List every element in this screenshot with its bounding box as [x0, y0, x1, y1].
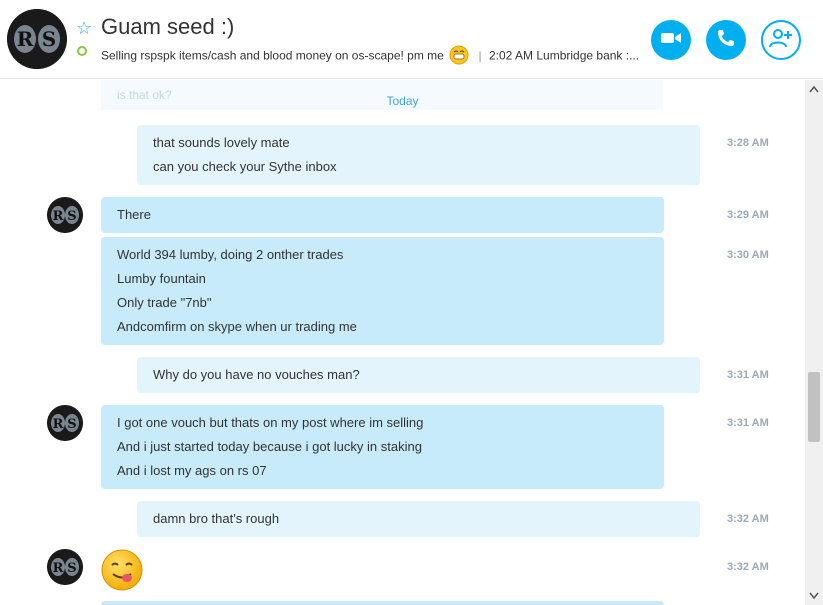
svg-text:S: S: [42, 27, 56, 51]
chat-header: R S ☆ Guam seed :) Selling rspspk items/…: [0, 0, 823, 79]
video-call-button[interactable]: [651, 20, 691, 60]
message-line: damn bro that's rough: [153, 511, 280, 526]
message-timestamp: 3:30 AM: [727, 249, 769, 261]
svg-text:S: S: [67, 417, 76, 432]
sender-avatar[interactable]: RS: [47, 405, 83, 441]
svg-text:R: R: [53, 417, 64, 432]
mood-message: Selling rspspk items/cash and blood mone…: [101, 45, 639, 68]
message-line: Why do you have no vouches man?: [153, 367, 360, 382]
audio-call-button[interactable]: [706, 20, 746, 60]
tongue-out-emoji-icon[interactable]: [101, 549, 143, 591]
message-timestamp: 3:31 AM: [727, 369, 769, 381]
contact-avatar[interactable]: R S: [7, 9, 67, 69]
message-line: Only trade "7nb": [117, 295, 212, 310]
incoming-message[interactable]: There: [101, 197, 664, 233]
message-timestamp: 3:29 AM: [727, 209, 769, 221]
scrollbar-thumb[interactable]: [808, 372, 820, 442]
scroll-up-arrow-icon[interactable]: [805, 80, 823, 98]
date-divider: Today: [386, 94, 419, 108]
favorite-star-icon[interactable]: ☆: [76, 18, 92, 39]
presence-status-icon: [77, 46, 87, 56]
message-line: And i lost my ags on rs 07: [117, 463, 267, 478]
svg-text:R: R: [53, 561, 64, 576]
mood-extra-text: 2:02 AM Lumbridge bank :...: [489, 48, 640, 63]
outgoing-message[interactable]: Why do you have no vouches man?: [137, 357, 700, 393]
message-timestamp: 3:32 AM: [727, 561, 769, 573]
svg-text:R: R: [53, 209, 64, 224]
conversation-area[interactable]: is that ok? Today that sounds lovely mat…: [0, 80, 805, 605]
svg-text:S: S: [67, 561, 76, 576]
video-camera-icon: [660, 30, 682, 51]
message-line: There: [117, 207, 151, 222]
incoming-message[interactable]: World 394 lumby, doing 2 onther trades L…: [101, 237, 664, 345]
message-timestamp: 3:31 AM: [727, 417, 769, 429]
incoming-message-partial[interactable]: [101, 601, 664, 605]
sender-avatar[interactable]: RS: [47, 549, 83, 585]
message-line: I got one vouch but thats on my post whe…: [117, 415, 424, 430]
contact-name: Guam seed :): [101, 14, 235, 39]
message-line: And i just started today because i got l…: [117, 439, 422, 454]
svg-text:R: R: [17, 27, 34, 51]
sender-avatar[interactable]: RS: [47, 197, 83, 233]
mood-text: Selling rspspk items/cash and blood mone…: [101, 48, 444, 63]
outgoing-message[interactable]: that sounds lovely mate can you check yo…: [137, 125, 700, 185]
message-line: can you check your Sythe inbox: [153, 159, 337, 174]
incoming-message[interactable]: I got one vouch but thats on my post whe…: [101, 405, 664, 489]
add-person-icon: [769, 28, 793, 53]
message-timestamp: 3:28 AM: [727, 137, 769, 149]
mood-separator: |: [478, 48, 482, 63]
message-timestamp: 3:32 AM: [727, 513, 769, 525]
scroll-down-arrow-icon[interactable]: [805, 587, 823, 605]
message-line: World 394 lumby, doing 2 onther trades: [117, 247, 344, 262]
message-line: that sounds lovely mate: [153, 135, 290, 150]
message-line: Andcomfirm on skype when ur trading me: [117, 319, 357, 334]
phone-icon: [716, 28, 736, 53]
vertical-scrollbar[interactable]: [805, 80, 823, 605]
outgoing-message[interactable]: damn bro that's rough: [137, 501, 700, 537]
svg-text:S: S: [67, 209, 76, 224]
message-line: Lumby fountain: [117, 271, 206, 286]
grin-emoji-icon: [449, 45, 469, 68]
add-contact-button[interactable]: [761, 20, 801, 60]
